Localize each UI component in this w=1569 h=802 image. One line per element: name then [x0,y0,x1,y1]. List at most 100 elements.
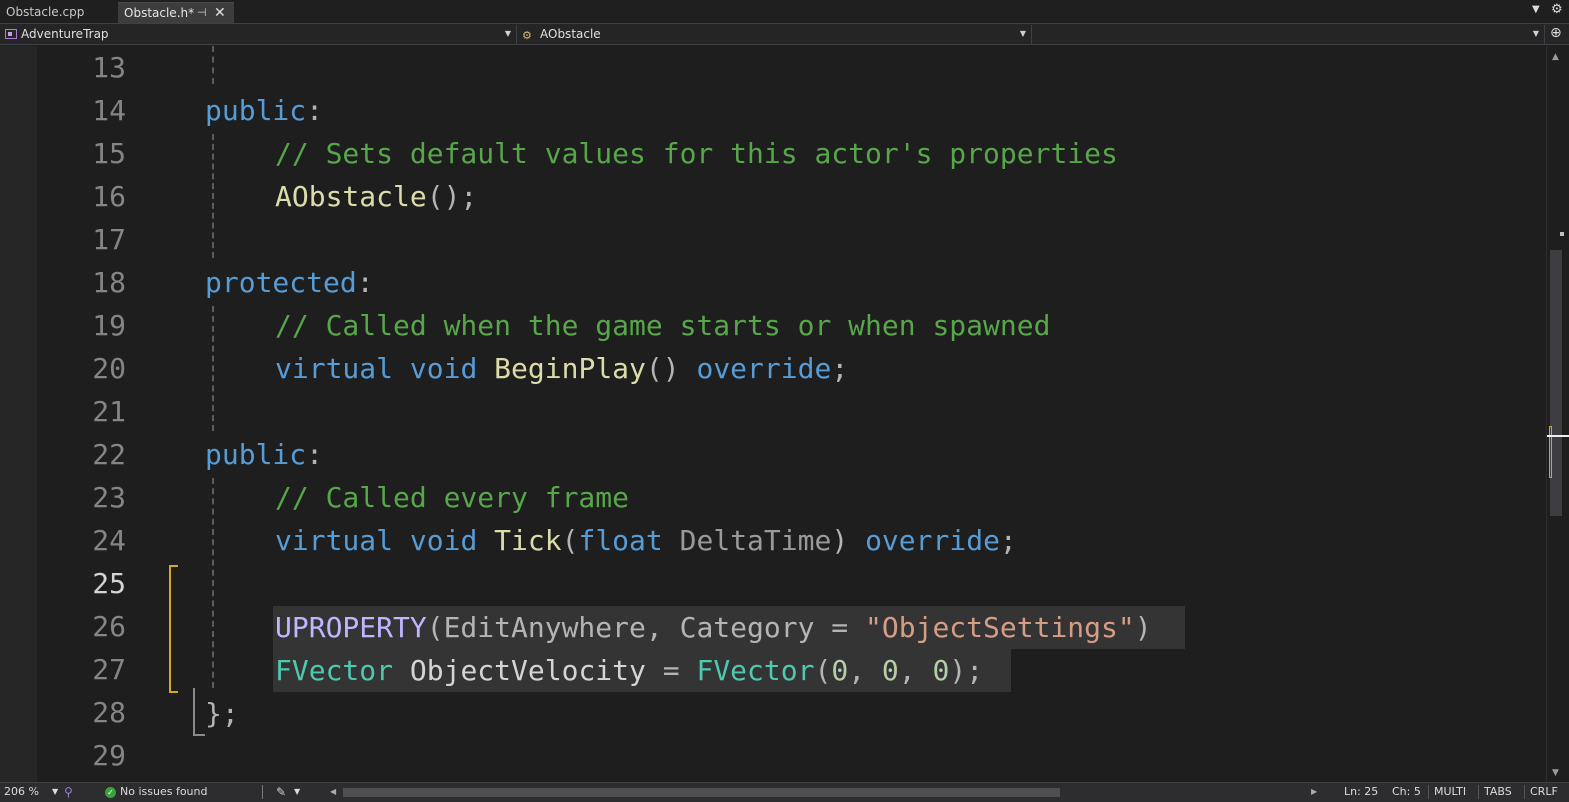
indent-guide [212,46,214,84]
tab-list-dropdown-icon[interactable]: ▼ [1532,4,1540,15]
code-editor[interactable]: 13 14 15 16 17 18 19 20 21 22 23 24 25 2… [0,46,1546,782]
check-circle-icon: ✓ [105,787,116,798]
scroll-up-icon[interactable]: ▲ [1552,52,1559,62]
keyword: override [865,524,1000,557]
punctuation: ) [1134,611,1152,644]
document-tab-strip: Obstacle.cpp Obstacle.h* ⊣ ✕ ▼ ⚙ [0,0,1569,24]
code-line-14[interactable]: public: [205,89,323,132]
scrollbar-marker [1560,232,1564,236]
code-line-28[interactable]: }; [205,692,239,735]
line-indicator[interactable]: Ln: 25 [1344,783,1378,802]
issues-status[interactable]: No issues found [120,783,207,802]
horizontal-scrollbar-thumb[interactable] [343,788,1060,797]
tab-label: Obstacle.cpp [6,5,85,19]
punctuation: ( [814,654,832,687]
pin-icon[interactable]: ⊣ [197,3,207,23]
chevron-down-icon: ▼ [52,787,59,796]
tab-obstacle-cpp[interactable]: Obstacle.cpp [0,2,115,23]
project-icon [5,29,17,39]
indent-mode[interactable]: TABS [1484,783,1512,802]
punctuation: , [898,654,933,687]
close-icon[interactable]: ✕ [214,3,226,23]
class-scope-dropdown[interactable]: ⚙ AObstacle ▼ [518,25,1032,44]
punctuation: ; [831,352,849,385]
punctuation: () [645,352,680,385]
code-line-20[interactable]: virtual void BeginPlay() override; [275,347,848,390]
variable-name: ObjectVelocity [409,654,646,687]
intellicode-icon[interactable]: ⚲ [64,783,73,802]
class-icon: ⚙ [522,29,532,42]
project-dropdown[interactable]: AdventureTrap ▼ [0,25,517,44]
indent-guide [212,306,214,431]
indicator-margin[interactable] [0,46,37,782]
line-number: 17 [92,223,126,256]
chevron-down-icon: ▼ [504,29,511,38]
comment: // Called every frame [275,481,630,514]
comment: // Sets default values for this actor's … [275,137,1118,170]
tab-obstacle-h[interactable]: Obstacle.h* ⊣ ✕ [118,2,234,23]
chevron-down-icon: ▼ [1532,29,1539,38]
punctuation: (); [426,180,478,213]
divider [1478,785,1479,799]
line-number: 27 [92,653,126,686]
scope-end-line [193,688,205,736]
gear-icon[interactable]: ⚙ [1551,2,1563,17]
code-line-19[interactable]: // Called when the game starts or when s… [275,304,1050,347]
code-line-22[interactable]: public: [205,433,323,476]
selection-mode[interactable]: MULTI [1434,783,1466,802]
current-line-number: 25 [92,567,126,600]
type-name: FVector [696,654,815,687]
keyword: override [696,352,832,385]
line-number: 19 [92,309,126,342]
code-line-23[interactable]: // Called every frame [275,476,629,519]
keyword: void [409,352,478,385]
parameter: DeltaTime [679,524,832,557]
column-indicator[interactable]: Ch: 5 [1392,783,1421,802]
keyword: virtual [275,352,394,385]
code-cleanup-icon[interactable]: ✎ [276,783,286,802]
punctuation: ) [831,524,849,557]
code-line-26[interactable]: UPROPERTY(EditAnywhere, Category = "Obje… [275,606,1152,649]
divider [1428,785,1429,799]
operator: = [662,654,680,687]
string-literal: "ObjectSettings" [865,611,1135,644]
scroll-right-icon[interactable]: ▶ [1311,783,1317,802]
function-name: AObstacle [275,180,427,213]
split-view-icon[interactable]: ⊕ [1550,25,1562,41]
number-literal: 0 [932,654,950,687]
line-number: 21 [92,395,126,428]
scrollbar-change-marker [1549,426,1552,478]
function-name: Tick [494,524,562,557]
scroll-left-icon[interactable]: ◀ [330,783,336,802]
member-scope-dropdown[interactable]: ▼ [1033,25,1545,44]
punctuation: : [306,94,324,127]
vertical-scrollbar[interactable]: ▲ ▼ [1546,46,1569,782]
code-line-27[interactable]: FVector ObjectVelocity = FVector(0, 0, 0… [275,649,983,692]
scrollbar-caret-marker [1547,435,1569,437]
chevron-down-icon[interactable]: ▼ [294,783,300,802]
code-line-18[interactable]: protected: [205,261,374,304]
code-line-24[interactable]: virtual void Tick(float DeltaTime) overr… [275,519,1017,562]
keyword: virtual [275,524,394,557]
line-ending[interactable]: CRLF [1530,783,1558,802]
line-number: 29 [92,739,126,772]
line-number: 28 [92,696,126,729]
line-number: 16 [92,180,126,213]
navigation-bar: AdventureTrap ▼ ⚙ AObstacle ▼ ▼ ⊕ [0,24,1569,45]
punctuation: ); [949,654,984,687]
indent-guide [212,134,214,258]
line-number: 22 [92,438,126,471]
punctuation: , [848,654,882,687]
code-line-15[interactable]: // Sets default values for this actor's … [275,132,1118,175]
keyword: public [205,438,307,471]
code-line-16[interactable]: AObstacle(); [275,175,477,218]
indent-guide [212,478,214,688]
line-number: 13 [92,51,126,84]
keyword: float [578,524,663,557]
chevron-down-icon: ▼ [1019,29,1026,38]
scroll-down-icon[interactable]: ▼ [1552,768,1559,778]
zoom-dropdown[interactable]: 206 % ▼ [4,783,62,802]
punctuation: ; [999,524,1017,557]
line-number: 14 [92,94,126,127]
type-name: FVector [275,654,394,687]
